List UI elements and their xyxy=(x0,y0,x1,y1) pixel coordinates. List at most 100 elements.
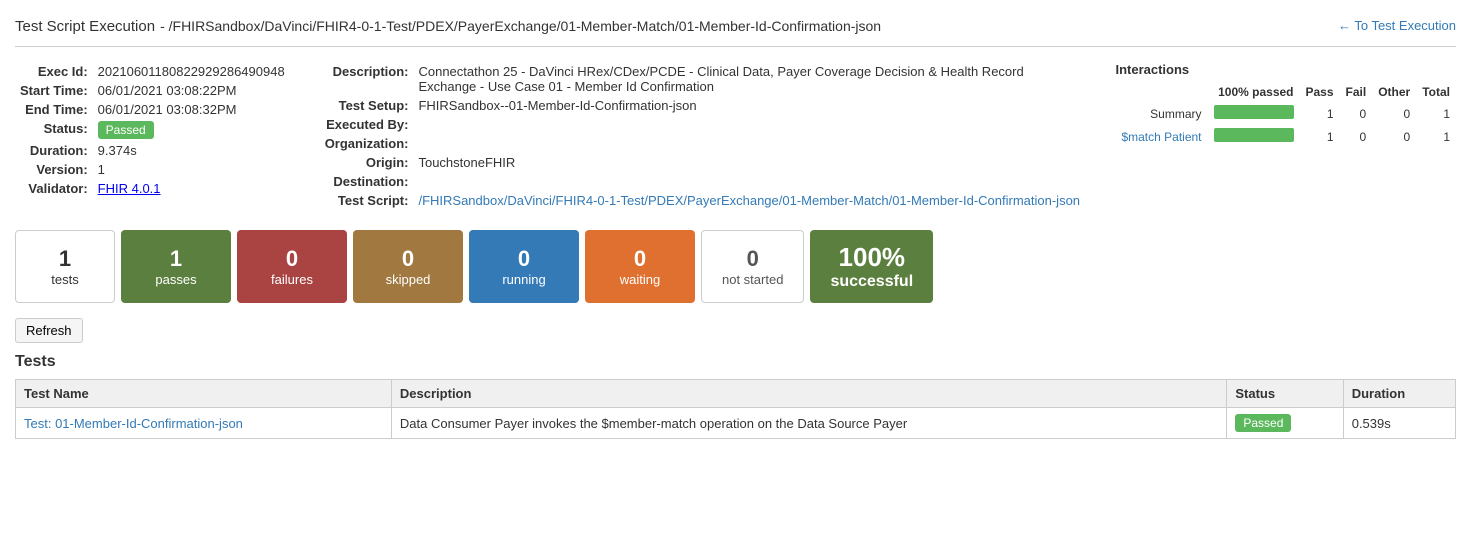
progress-bar-0 xyxy=(1214,105,1294,119)
exec-id-label: Exec Id: xyxy=(15,62,93,81)
interaction-other-0: 0 xyxy=(1372,102,1416,125)
interaction-fail-0: 0 xyxy=(1340,102,1373,125)
status-value: Passed xyxy=(93,119,290,141)
not-started-label: not started xyxy=(722,272,783,287)
executed-by-value xyxy=(413,115,1085,134)
start-time-label: Start Time: xyxy=(15,81,93,100)
col-label xyxy=(1115,82,1207,102)
version-label: Version: xyxy=(15,160,93,179)
back-link[interactable]: To Test Execution xyxy=(1338,18,1456,33)
interactions-panel: Interactions 100% passed Pass Fail Other… xyxy=(1115,62,1456,210)
interaction-pass-0: 1 xyxy=(1300,102,1340,125)
test-setup-label: Test Setup: xyxy=(320,96,414,115)
interaction-pass-1: 1 xyxy=(1300,125,1340,148)
validator-link[interactable]: FHIR 4.0.1 xyxy=(98,181,161,196)
col-total: Total xyxy=(1416,82,1456,102)
title-path: - /FHIRSandbox/DaVinci/FHIR4-0-1-Test/PD… xyxy=(160,18,881,34)
stat-running: 0 running xyxy=(469,230,579,303)
passes-label: passes xyxy=(155,272,196,287)
validator-label: Validator: xyxy=(15,179,93,198)
waiting-label: waiting xyxy=(620,272,660,287)
end-time-label: End Time: xyxy=(15,100,93,119)
start-time-value: 06/01/2021 03:08:22PM xyxy=(93,81,290,100)
organization-label: Organization: xyxy=(320,134,414,153)
status-badge: Passed xyxy=(98,121,154,139)
col-pct: 100% passed xyxy=(1208,82,1300,102)
stat-passes: 1 passes xyxy=(121,230,231,303)
version-value: 1 xyxy=(93,160,290,179)
meta-center: Description: Connectathon 25 - DaVinci H… xyxy=(320,62,1086,210)
status-label: Status: xyxy=(15,119,93,141)
stat-successful: 100% successful xyxy=(810,230,933,303)
stat-tests: 1 tests xyxy=(15,230,115,303)
destination-value xyxy=(413,172,1085,191)
interaction-total-0: 1 xyxy=(1416,102,1456,125)
end-time-value: 06/01/2021 03:08:32PM xyxy=(93,100,290,119)
failures-num: 0 xyxy=(286,246,298,272)
interaction-total-1: 1 xyxy=(1416,125,1456,148)
col-duration: Duration xyxy=(1343,380,1455,408)
progress-bar-1 xyxy=(1214,128,1294,142)
not-started-num: 0 xyxy=(747,246,759,272)
exec-id-value: 20210601180822929286490948 xyxy=(93,62,290,81)
origin-label: Origin: xyxy=(320,153,414,172)
test-duration-cell-0: 0.539s xyxy=(1343,408,1455,439)
table-row: Test: 01-Member-Id-Confirmation-json Data… xyxy=(16,408,1456,439)
successful-pct: 100% xyxy=(839,242,906,273)
interaction-bar-0 xyxy=(1208,102,1300,125)
refresh-button[interactable]: Refresh xyxy=(15,318,83,343)
validator-value: FHIR 4.0.1 xyxy=(93,179,290,198)
col-status: Status xyxy=(1227,380,1343,408)
origin-value: TouchstoneFHIR xyxy=(413,153,1085,172)
interactions-table: 100% passed Pass Fail Other Total Summar… xyxy=(1115,82,1456,148)
tests-section-title: Tests xyxy=(15,353,1456,371)
passes-num: 1 xyxy=(170,246,182,272)
waiting-num: 0 xyxy=(634,246,646,272)
skipped-label: skipped xyxy=(386,272,431,287)
tests-num: 1 xyxy=(59,246,71,272)
tests-table: Test Name Description Status Duration Te… xyxy=(15,379,1456,439)
test-script-link[interactable]: /FHIRSandbox/DaVinci/FHIR4-0-1-Test/PDEX… xyxy=(418,193,1080,208)
page-title: Test Script Execution - /FHIRSandbox/DaV… xyxy=(15,15,881,36)
stats-row: 1 tests 1 passes 0 failures 0 skipped 0 … xyxy=(15,230,1456,303)
test-desc-cell-0: Data Consumer Payer invokes the $member-… xyxy=(391,408,1226,439)
stat-skipped: 0 skipped xyxy=(353,230,463,303)
col-pass: Pass xyxy=(1300,82,1340,102)
stat-not-started: 0 not started xyxy=(701,230,804,303)
executed-by-label: Executed By: xyxy=(320,115,414,134)
col-description: Description xyxy=(391,380,1226,408)
meta-left: Exec Id: 20210601180822929286490948 Star… xyxy=(15,62,290,210)
interaction-label-0: Summary xyxy=(1115,102,1207,125)
interaction-link-1[interactable]: $match Patient xyxy=(1121,130,1201,144)
test-setup-value: FHIRSandbox--01-Member-Id-Confirmation-j… xyxy=(413,96,1085,115)
destination-label: Destination: xyxy=(320,172,414,191)
stat-failures: 0 failures xyxy=(237,230,347,303)
interaction-other-1: 0 xyxy=(1372,125,1416,148)
interaction-bar-1 xyxy=(1208,125,1300,148)
stat-waiting: 0 waiting xyxy=(585,230,695,303)
running-label: running xyxy=(502,272,545,287)
interactions-title: Interactions xyxy=(1115,62,1456,77)
test-status-badge-0: Passed xyxy=(1235,414,1291,432)
col-other: Other xyxy=(1372,82,1416,102)
successful-label: successful xyxy=(830,273,913,291)
skipped-num: 0 xyxy=(402,246,414,272)
interaction-label-1[interactable]: $match Patient xyxy=(1115,125,1207,148)
test-name-link-0[interactable]: Test: 01-Member-Id-Confirmation-json xyxy=(24,416,243,431)
running-num: 0 xyxy=(518,246,530,272)
organization-value xyxy=(413,134,1085,153)
col-test-name: Test Name xyxy=(16,380,392,408)
col-fail: Fail xyxy=(1340,82,1373,102)
description-value: Connectathon 25 - DaVinci HRex/CDex/PCDE… xyxy=(413,62,1085,96)
interaction-fail-1: 0 xyxy=(1340,125,1373,148)
failures-label: failures xyxy=(271,272,313,287)
tests-section: Tests Test Name Description Status Durat… xyxy=(15,353,1456,439)
test-name-cell-0: Test: 01-Member-Id-Confirmation-json xyxy=(16,408,392,439)
description-label: Description: xyxy=(320,62,414,96)
tests-label: tests xyxy=(51,272,78,287)
test-script-label: Test Script: xyxy=(320,191,414,210)
test-status-cell-0: Passed xyxy=(1227,408,1343,439)
duration-label: Duration: xyxy=(15,141,93,160)
duration-value: 9.374s xyxy=(93,141,290,160)
test-script-value: /FHIRSandbox/DaVinci/FHIR4-0-1-Test/PDEX… xyxy=(413,191,1085,210)
